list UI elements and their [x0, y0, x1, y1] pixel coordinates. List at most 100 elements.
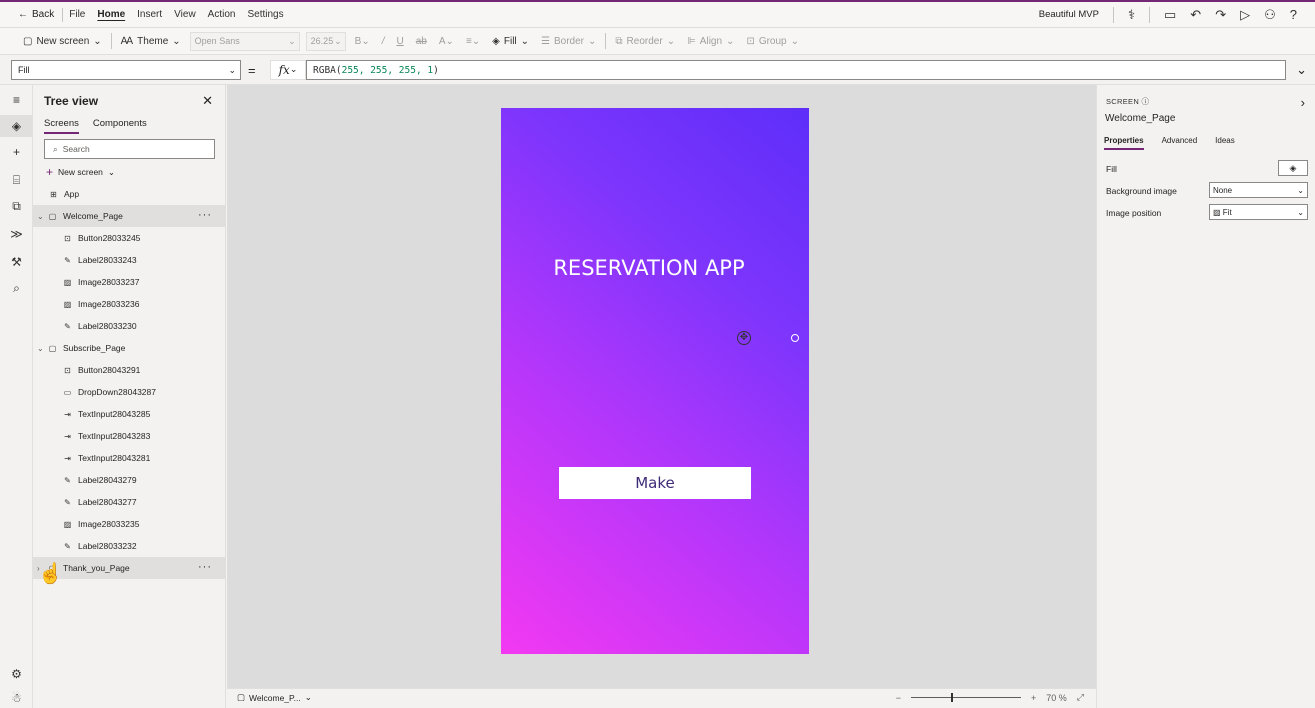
undo-icon[interactable]: ↶	[1190, 7, 1201, 23]
chevron-down-icon: ⌄	[93, 35, 102, 47]
tree-item-button[interactable]: ⊡ Button28033245	[33, 227, 226, 249]
border-button[interactable]: ☰ Border ⌄	[538, 36, 599, 47]
help-icon[interactable]: ?	[1290, 7, 1297, 22]
data-icon[interactable]: ⌸	[0, 173, 33, 188]
menu-file[interactable]: File	[63, 9, 91, 20]
app-checker-icon[interactable]: ⚕	[1128, 7, 1135, 23]
tab-components[interactable]: Components	[93, 118, 147, 134]
tab-properties[interactable]: Properties	[1104, 136, 1144, 150]
font-color-icon[interactable]: A⌄	[436, 36, 457, 47]
chevron-down-icon[interactable]: ⌄	[37, 344, 47, 353]
background-image-value: None	[1213, 185, 1233, 195]
tab-screens[interactable]: Screens	[44, 118, 79, 134]
plus-icon[interactable]: +	[0, 145, 33, 159]
power-automate-icon[interactable]: ≫	[0, 227, 33, 241]
tree-item-label: TextInput28043283	[78, 431, 151, 441]
tree-item-image[interactable]: ▨ Image28033235	[33, 513, 226, 535]
group-label: Group	[758, 35, 787, 47]
media-icon[interactable]: ⧉	[0, 199, 33, 214]
zoom-unit: %	[1058, 692, 1067, 703]
tab-advanced[interactable]: Advanced	[1162, 136, 1198, 150]
tree-screen-welcome[interactable]: ⌄ ▢ Welcome_Page ···	[33, 205, 226, 227]
tree-item-label: Thank_you_Page	[63, 563, 130, 573]
menu-action[interactable]: Action	[202, 9, 242, 20]
tree-item-label[interactable]: ✎ Label28033230	[33, 315, 226, 337]
text-align-icon[interactable]: ≡⌄	[463, 36, 483, 47]
menu-home[interactable]: Home	[91, 9, 131, 20]
reorder-button[interactable]: ⧉ Reorder ⌄	[612, 36, 678, 47]
tree-item-dropdown[interactable]: ▭ DropDown28043287	[33, 381, 226, 403]
bold-icon[interactable]: B⌄	[352, 36, 373, 47]
hamburger-icon[interactable]: ≡	[0, 93, 33, 107]
chevron-down-icon[interactable]: ⌄	[37, 212, 47, 221]
menu-insert[interactable]: Insert	[131, 9, 168, 20]
strikethrough-icon[interactable]: ab	[413, 36, 430, 47]
back-button[interactable]: ← Back	[0, 7, 64, 22]
background-image-select[interactable]: None ⌄	[1209, 182, 1308, 198]
redo-icon[interactable]: ↷	[1215, 7, 1226, 23]
font-family-select[interactable]: Open Sans ⌄	[189, 31, 300, 51]
help-circle-icon[interactable]: ⓘ	[1141, 97, 1149, 106]
tab-ideas[interactable]: Ideas	[1215, 136, 1235, 150]
image-position-select[interactable]: ▨ Fit ⌄	[1209, 204, 1308, 220]
virtual-agent-icon[interactable]: ☃	[0, 691, 33, 705]
chevron-down-icon: ⌄	[334, 35, 342, 46]
screen-selector[interactable]: ▢ Welcome_P... ⌄	[237, 692, 312, 703]
layers-icon[interactable]: ◈	[0, 115, 33, 137]
tree-item-label[interactable]: ✎ Label28043277	[33, 491, 226, 513]
fill-color-picker[interactable]: ◈	[1278, 160, 1308, 176]
group-icon: ⊡	[746, 35, 755, 47]
zoom-in-icon[interactable]: +	[1031, 693, 1036, 703]
tree-item-label[interactable]: ✎ Label28033243	[33, 249, 226, 271]
tree-item-image[interactable]: ▨ Image28033236	[33, 293, 226, 315]
comment-icon[interactable]: ▭	[1164, 7, 1176, 23]
more-options-icon[interactable]: ···	[198, 561, 212, 573]
property-select[interactable]: Fill ⌄	[11, 60, 241, 80]
menu-settings[interactable]: Settings	[241, 9, 289, 20]
tree-item-textinput[interactable]: ⇥ TextInput28043283	[33, 425, 226, 447]
function-button[interactable]: fx ⌄	[270, 60, 306, 80]
fill-button[interactable]: ◈ Fill ⌄	[489, 36, 532, 47]
fit-to-window-icon[interactable]: ⤢	[1077, 692, 1084, 703]
resize-handle[interactable]	[791, 334, 799, 342]
welcome-screen-preview[interactable]: RESERVATION APP Make ✥	[501, 108, 809, 654]
zoom-slider-knob[interactable]	[950, 693, 953, 702]
more-options-icon[interactable]: ···	[198, 209, 212, 221]
share-user-icon[interactable]: ⚇	[1264, 7, 1276, 23]
font-size-select[interactable]: 26.25 ⌄	[305, 31, 346, 51]
new-screen-tree-button[interactable]: + New screen ⌄	[46, 165, 115, 179]
design-canvas[interactable]: RESERVATION APP Make ✥	[227, 85, 1096, 688]
tree-item-textinput[interactable]: ⇥ TextInput28043285	[33, 403, 226, 425]
menu-view[interactable]: View	[168, 9, 202, 20]
close-icon[interactable]: ✕	[202, 93, 213, 109]
zoom-slider[interactable]	[910, 693, 1021, 702]
tree-screen-subscribe[interactable]: ⌄ ▢ Subscribe_Page	[33, 337, 226, 359]
tree-item-image[interactable]: ▨ Image28033237	[33, 271, 226, 293]
tree-item-textinput[interactable]: ⇥ TextInput28043281	[33, 447, 226, 469]
group-button[interactable]: ⊡ Group ⌄	[743, 36, 802, 47]
zoom-out-icon[interactable]: −	[896, 693, 901, 703]
move-handle-icon[interactable]: ✥	[737, 331, 751, 345]
italic-icon[interactable]: /	[379, 36, 388, 47]
play-icon[interactable]: ▷	[1240, 7, 1250, 23]
underline-icon[interactable]: U	[394, 36, 407, 47]
hand-cursor-icon: ☝	[38, 563, 63, 585]
theme-button[interactable]: Ꜳ Theme ⌄	[118, 36, 184, 47]
align-button[interactable]: ⊫ Align ⌄	[684, 36, 737, 47]
tree-item-app[interactable]: ⊞ App	[33, 183, 226, 205]
tree-item-label[interactable]: ✎ Label28043279	[33, 469, 226, 491]
app-icon: ⊞	[50, 189, 57, 199]
search-input[interactable]: ⌕ Search	[44, 139, 215, 159]
search-icon[interactable]: ⌕	[0, 281, 33, 296]
app-title-label[interactable]: RESERVATION APP	[501, 256, 797, 280]
formula-input[interactable]: RGBA(255, 255, 255, 1)	[306, 60, 1286, 80]
tree-item-label[interactable]: ✎ Label28033232	[33, 535, 226, 557]
label-icon: ✎	[64, 497, 71, 507]
gear-icon[interactable]: ⚙	[0, 667, 33, 681]
tools-icon[interactable]: ⚒	[0, 255, 33, 269]
tree-item-button[interactable]: ⊡ Button28043291	[33, 359, 226, 381]
expand-formula-icon[interactable]: ⌄	[1296, 62, 1307, 78]
new-screen-button[interactable]: ▢ New screen ⌄	[20, 36, 105, 47]
make-button[interactable]: Make	[559, 467, 751, 499]
chevron-right-icon[interactable]: ›	[1301, 95, 1305, 110]
